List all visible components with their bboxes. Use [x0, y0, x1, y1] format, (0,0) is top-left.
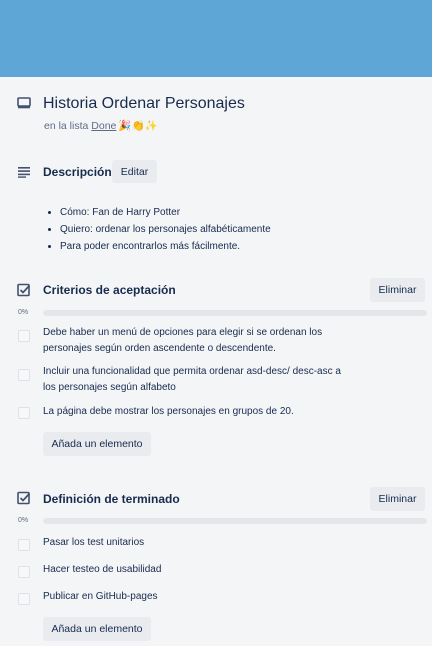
description-bullet: Para poder encontrarlos más fácilmente.: [60, 238, 271, 255]
checklist-item-text[interactable]: Incluir una funcionalidad que permita or…: [43, 364, 343, 396]
checklist-item-checkbox[interactable]: [18, 593, 30, 605]
checklist-item-checkbox[interactable]: [18, 566, 30, 578]
checklist-item-text[interactable]: Hacer testeo de usabilidad: [43, 562, 343, 578]
progress-bar: [43, 310, 427, 316]
list-prefix: en la lista: [44, 120, 89, 132]
card-detail-panel: [0, 77, 432, 646]
card-list-info: en la lista Done 🎉👏✨: [44, 119, 158, 132]
add-item-button[interactable]: Añada un elemento: [43, 432, 151, 456]
checklist-item-checkbox[interactable]: [18, 407, 30, 419]
description-body: Cómo: Fan de Harry Potter Quiero: ordena…: [44, 204, 271, 255]
checklist-item-text[interactable]: Publicar en GitHub-pages: [43, 589, 343, 605]
list-name-link[interactable]: Done: [91, 120, 116, 132]
checklist-item-checkbox[interactable]: [18, 539, 30, 551]
delete-checklist-button[interactable]: Eliminar: [370, 278, 425, 302]
progress-percent: 0%: [18, 309, 29, 316]
checklist-icon: [17, 491, 31, 505]
progress-bar: [43, 518, 427, 524]
checklist-title-definicion[interactable]: Definición de terminado: [43, 492, 180, 506]
add-item-button[interactable]: Añada un elemento: [43, 617, 151, 641]
checklist-item-text[interactable]: Debe haber un menú de opciones para eleg…: [43, 325, 343, 357]
description-bullet: Quiero: ordenar los personajes alfabétic…: [60, 221, 271, 238]
delete-checklist-button[interactable]: Eliminar: [370, 487, 425, 511]
card-icon: [17, 97, 31, 109]
checklist-item-checkbox[interactable]: [18, 369, 30, 381]
list-emoji: 🎉👏✨: [118, 120, 158, 132]
description-icon: [17, 166, 31, 178]
checklist-item-text[interactable]: Pasar los test unitarios: [43, 535, 343, 551]
checklist-icon: [17, 283, 31, 297]
checklist-item-text[interactable]: La página debe mostrar los personajes en…: [43, 404, 343, 420]
progress-percent: 0%: [18, 517, 29, 524]
card-cover: [0, 0, 432, 77]
edit-description-button[interactable]: Editar: [112, 160, 157, 183]
description-bullet: Cómo: Fan de Harry Potter: [60, 204, 271, 221]
description-heading: Descripción: [43, 165, 112, 179]
card-title[interactable]: Historia Ordenar Personajes: [43, 95, 245, 113]
checklist-item-checkbox[interactable]: [18, 330, 30, 342]
checklist-title-criterios[interactable]: Criterios de aceptación: [43, 283, 176, 297]
